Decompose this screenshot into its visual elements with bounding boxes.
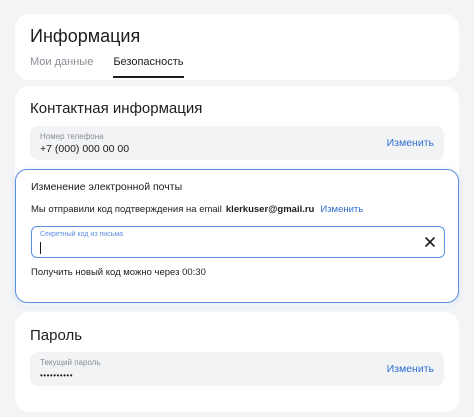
text-caret [40, 242, 41, 254]
secret-code-input[interactable]: Секретный код из письма [31, 226, 445, 258]
change-password-link[interactable]: Изменить [387, 363, 434, 375]
phone-field: Номер телефона +7 (000) 000 00 00 Измени… [30, 126, 444, 160]
phone-label: Номер телефона [40, 132, 104, 141]
password-section-title: Пароль [30, 327, 83, 344]
page-title: Информация [30, 26, 141, 46]
secret-code-placeholder: Секретный код из письма [40, 231, 124, 238]
info-card: Информация Мои данные Безопасность [15, 14, 459, 80]
resend-code-timer: Получить новый код можно через 00:30 [31, 267, 206, 278]
contact-section-title: Контактная информация [30, 100, 203, 117]
tab-security[interactable]: Безопасность [113, 56, 184, 78]
email-address: klerkuser@gmail.ru [225, 204, 315, 215]
change-phone-link[interactable]: Изменить [387, 137, 434, 149]
change-email-link[interactable]: Изменить [320, 204, 363, 215]
password-field: Текущий пароль •••••••••• Изменить [30, 352, 444, 386]
confirmation-text: Мы отправили код подтверждения на email [31, 204, 222, 215]
email-change-title: Изменение электронной почты [31, 181, 183, 193]
password-card: Пароль Текущий пароль •••••••••• Изменит… [15, 312, 459, 412]
phone-value: +7 (000) 000 00 00 [40, 143, 130, 155]
email-change-panel: Изменение электронной почты Мы отправили… [15, 169, 459, 303]
password-value: •••••••••• [40, 371, 74, 380]
confirmation-message: Мы отправили код подтверждения на email k… [31, 204, 363, 215]
tab-my-data[interactable]: Мои данные [30, 56, 93, 78]
password-label: Текущий пароль [40, 358, 101, 367]
close-icon[interactable] [422, 234, 438, 250]
tabs: Мои данные Безопасность [30, 56, 184, 78]
